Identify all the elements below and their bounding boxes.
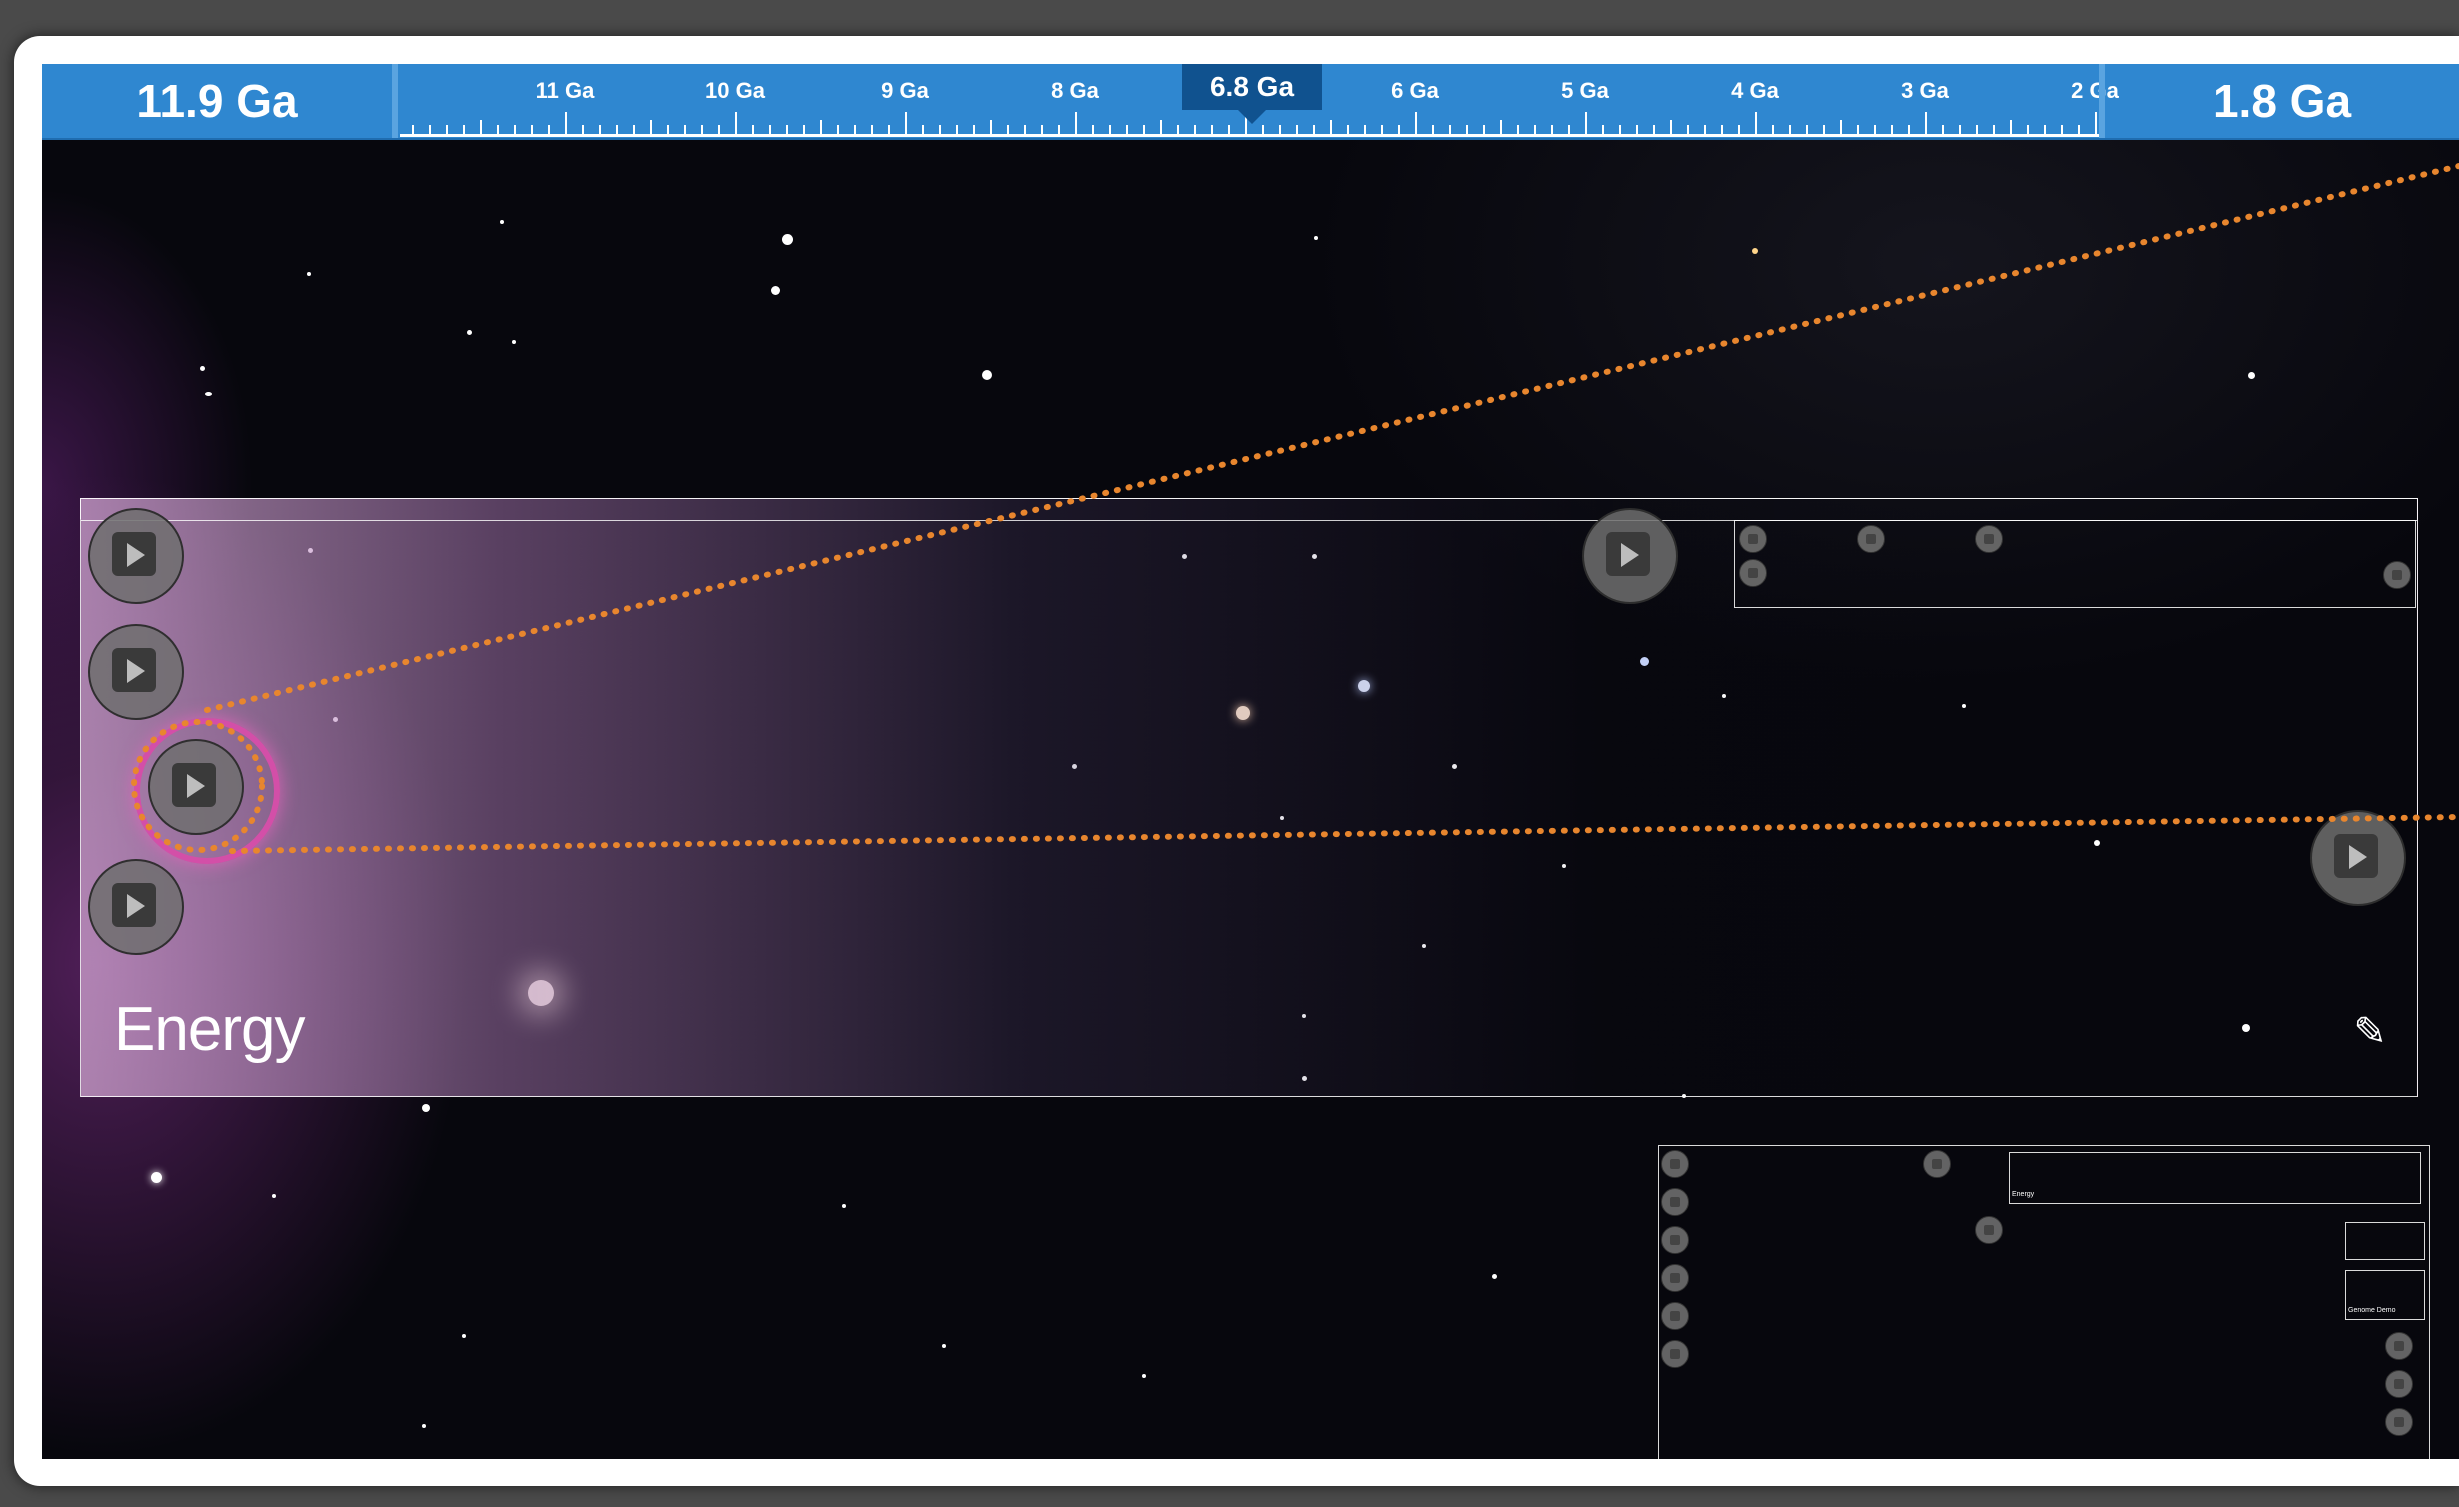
zoom-guide-line-upper	[204, 163, 2459, 713]
zoom-source-ring	[131, 719, 265, 853]
zoom-guide-lines	[131, 163, 2459, 854]
zoom-guide-line-lower	[229, 814, 2459, 854]
timeline-viewport[interactable]: 11.9 Ga 11 Ga10 Ga9 Ga8 Ga7 Ga6 Ga5 Ga4 …	[42, 64, 2459, 1459]
